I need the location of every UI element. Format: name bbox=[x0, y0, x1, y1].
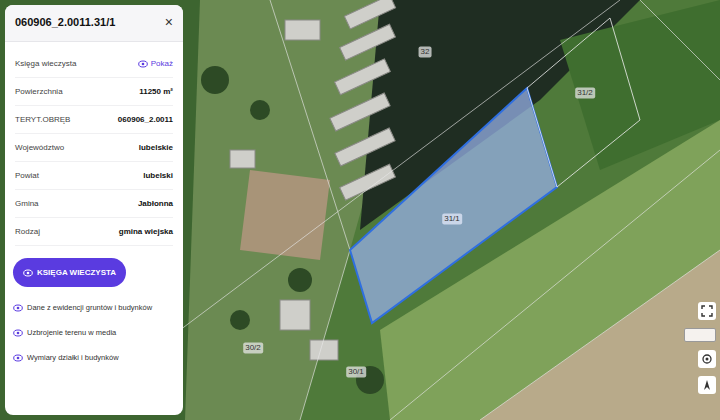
link-list: Dane z ewidencji gruntów i budynków Uzbro… bbox=[5, 297, 183, 368]
eye-icon bbox=[13, 354, 23, 362]
info-row: Rodzaj gmina wiejska bbox=[15, 218, 173, 246]
parcel-label[interactable]: 30/2 bbox=[243, 343, 263, 354]
info-value: Jabłonna bbox=[138, 199, 173, 208]
info-value: 060906_2.0011 bbox=[118, 115, 173, 124]
info-value: lubelskie bbox=[139, 143, 173, 152]
info-label: Księga wieczysta bbox=[15, 59, 76, 68]
panel-title: 060906_2.0011.31/1 bbox=[15, 16, 115, 28]
parcel-label[interactable]: 31/2 bbox=[575, 88, 595, 99]
compass-icon bbox=[701, 379, 713, 391]
map-screen: 31/1 31/2 32 30/2 30/1 060906_2.0011.31/1 × Ksi… bbox=[0, 0, 720, 420]
info-value: 11250 m² bbox=[139, 87, 173, 96]
info-row: Powierzchnia 11250 m² bbox=[15, 78, 173, 106]
eye-icon bbox=[13, 304, 23, 312]
close-button[interactable]: × bbox=[163, 15, 175, 29]
panel-header: 060906_2.0011.31/1 × bbox=[5, 5, 183, 42]
info-label: TERYT.OBRĘB bbox=[15, 115, 70, 124]
parcel-outline[interactable] bbox=[527, 18, 640, 187]
info-list: Księga wieczysta Pokaż Powierzchnia 11250 … bbox=[5, 42, 183, 246]
info-label: Województwo bbox=[15, 143, 64, 152]
land-register-button[interactable]: KSIĘGA WIECZYSTA bbox=[13, 258, 126, 287]
locate-icon bbox=[701, 353, 713, 365]
eye-icon bbox=[13, 329, 23, 337]
scale-box bbox=[684, 328, 716, 342]
info-row: TERYT.OBRĘB 060906_2.0011 bbox=[15, 106, 173, 134]
show-link[interactable]: Pokaż bbox=[138, 59, 173, 68]
parcel-label[interactable]: 32 bbox=[419, 47, 432, 58]
eye-icon bbox=[138, 60, 148, 68]
panel-link[interactable]: Wymiary działki i budynków bbox=[13, 353, 175, 362]
info-value: lubelski bbox=[143, 171, 173, 180]
info-row: Księga wieczysta Pokaż bbox=[15, 50, 173, 78]
info-row: Gmina Jabłonna bbox=[15, 190, 173, 218]
info-row: Województwo lubelskie bbox=[15, 134, 173, 162]
parcel-panel: 060906_2.0011.31/1 × Księga wieczysta Poka… bbox=[5, 5, 183, 415]
eye-icon bbox=[23, 269, 33, 277]
info-row: Powiat lubelski bbox=[15, 162, 173, 190]
info-label: Powiat bbox=[15, 171, 39, 180]
compass-button[interactable] bbox=[698, 376, 716, 394]
info-value: gmina wiejska bbox=[119, 227, 173, 236]
panel-link[interactable]: Uzbrojenie terenu w media bbox=[13, 328, 175, 337]
info-label: Gmina bbox=[15, 199, 39, 208]
fullscreen-icon bbox=[701, 305, 713, 317]
fullscreen-button[interactable] bbox=[698, 302, 716, 320]
map-controls bbox=[684, 302, 716, 394]
parcel-outline[interactable] bbox=[350, 88, 557, 323]
parcel-label[interactable]: 30/1 bbox=[346, 367, 366, 378]
panel-link[interactable]: Dane z ewidencji gruntów i budynków bbox=[13, 303, 175, 312]
info-label: Powierzchnia bbox=[15, 87, 63, 96]
parcel-label[interactable]: 31/1 bbox=[442, 214, 462, 225]
locate-button[interactable] bbox=[698, 350, 716, 368]
info-label: Rodzaj bbox=[15, 227, 40, 236]
